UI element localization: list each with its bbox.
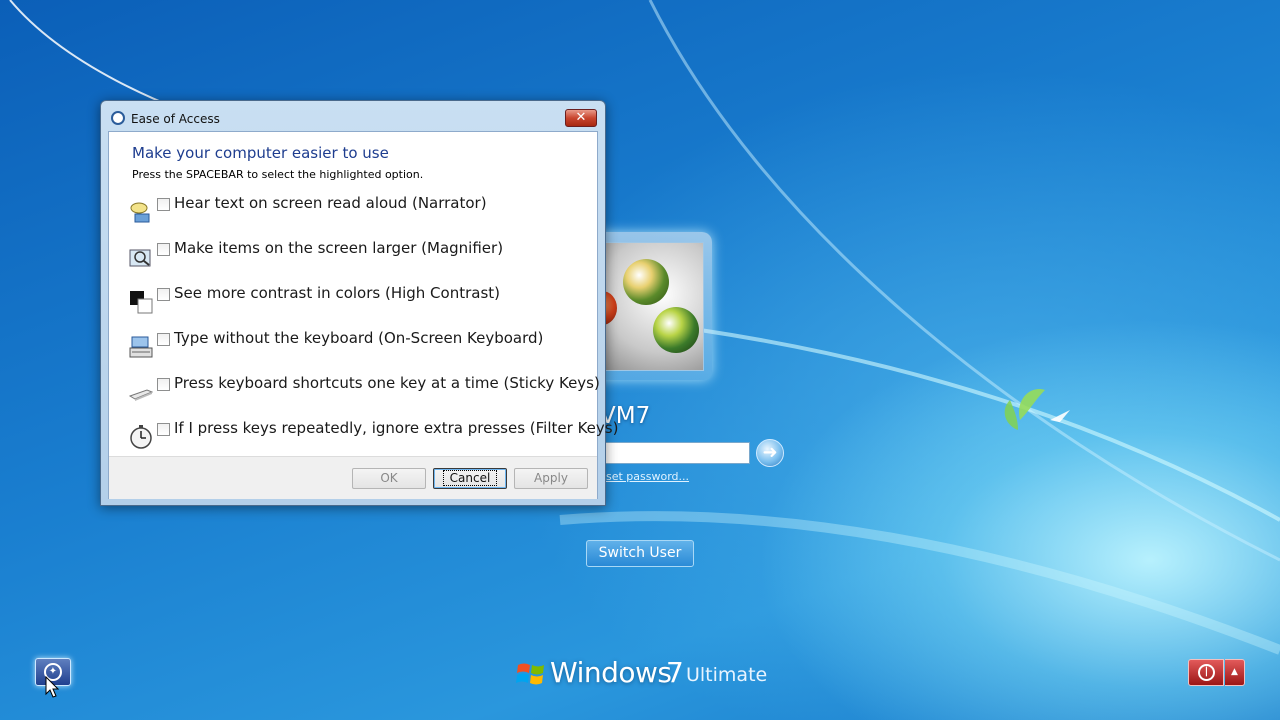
option-sticky-keys[interactable]: Press keyboard shortcuts one key at a ti…	[129, 374, 600, 406]
bird-logo	[1004, 389, 1072, 430]
sticky-keys-checkbox[interactable]	[157, 378, 170, 391]
narrator-checkbox[interactable]	[157, 198, 170, 211]
brand-name: Windows	[550, 656, 672, 689]
magnifier-checkbox[interactable]	[157, 243, 170, 256]
ease-of-access-icon	[111, 111, 125, 125]
power-icon: |	[1198, 664, 1215, 681]
user-avatar	[600, 242, 704, 371]
reset-password-link[interactable]: set password...	[606, 470, 689, 483]
dialog-title: Ease of Access	[131, 112, 220, 126]
brand-version: 7	[666, 656, 684, 689]
windows-branding: Windows 7 Ultimate	[516, 656, 776, 696]
option-high-contrast[interactable]: See more contrast in colors (High Contra…	[129, 284, 589, 316]
filter-keys-checkbox[interactable]	[157, 423, 170, 436]
shutdown-button[interactable]: |	[1188, 659, 1224, 686]
dialog-heading: Make your computer easier to use	[132, 144, 389, 162]
filter-keys-icon	[130, 425, 152, 449]
shutdown-options-button[interactable]: ▲	[1225, 659, 1245, 686]
dialog-button-bar: OK Cancel Apply	[109, 456, 597, 499]
option-narrator[interactable]: Hear text on screen read aloud (Narrator…	[129, 194, 589, 226]
marble-image	[623, 259, 669, 305]
option-label[interactable]: Make items on the screen larger (Magnifi…	[174, 239, 503, 257]
brand-edition: Ultimate	[686, 664, 768, 686]
high-contrast-checkbox[interactable]	[157, 288, 170, 301]
on-screen-keyboard-checkbox[interactable]	[157, 333, 170, 346]
option-filter-keys[interactable]: If I press keys repeatedly, ignore extra…	[129, 419, 618, 451]
magnifier-icon	[129, 249, 151, 267]
option-magnifier[interactable]: Make items on the screen larger (Magnifi…	[129, 239, 589, 271]
on-screen-keyboard-icon	[129, 336, 153, 358]
option-label[interactable]: If I press keys repeatedly, ignore extra…	[174, 419, 618, 437]
option-label[interactable]: Press keyboard shortcuts one key at a ti…	[174, 374, 600, 392]
apply-button[interactable]: Apply	[514, 468, 588, 489]
option-label[interactable]: See more contrast in colors (High Contra…	[174, 284, 500, 302]
option-label[interactable]: Type without the keyboard (On-Screen Key…	[174, 329, 543, 347]
high-contrast-icon	[130, 291, 153, 314]
cancel-label[interactable]: Cancel	[442, 470, 498, 486]
cancel-button[interactable]: Cancel	[433, 468, 507, 489]
marble-image	[653, 307, 699, 353]
dialog-instructions: Press the SPACEBAR to select the highlig…	[132, 168, 424, 181]
switch-user-button[interactable]: Switch User	[586, 540, 694, 567]
windows-flag-icon	[516, 663, 544, 685]
submit-arrow-button[interactable]: ➜	[756, 439, 784, 467]
dialog-content: Make your computer easier to use Press t…	[108, 131, 618, 499]
ok-button[interactable]: OK	[352, 468, 426, 489]
dialog-titlebar[interactable]: Ease of Access ✕	[101, 101, 605, 131]
narrator-icon	[130, 202, 150, 223]
mouse-cursor-icon	[45, 676, 59, 698]
option-on-screen-keyboard[interactable]: Type without the keyboard (On-Screen Key…	[129, 329, 589, 361]
sticky-keys-icon	[129, 389, 153, 401]
option-label[interactable]: Hear text on screen read aloud (Narrator…	[174, 194, 487, 212]
ease-of-access-dialog: Ease of Access ✕ Make your computer easi…	[100, 100, 618, 506]
password-input[interactable]	[604, 442, 750, 464]
close-button[interactable]: ✕	[565, 109, 597, 127]
